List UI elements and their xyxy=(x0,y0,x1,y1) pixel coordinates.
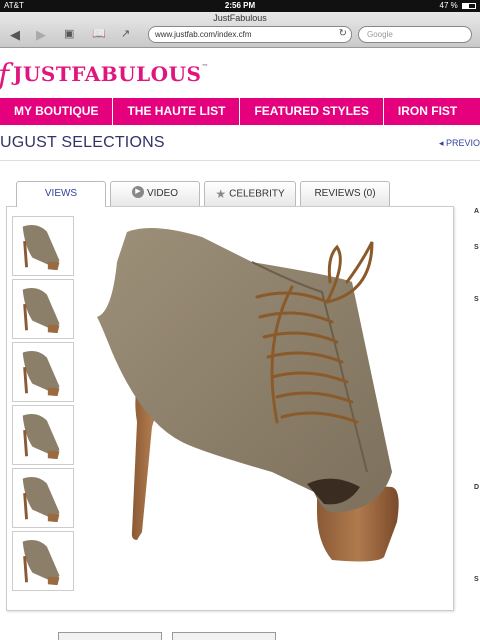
star-icon: ★ xyxy=(215,187,227,201)
nav-item-featured-styles[interactable]: FEATURED STYLES xyxy=(240,98,384,125)
url-text: www.justfab.com/index.cfm xyxy=(155,30,252,39)
product-detail-label: S xyxy=(474,296,479,303)
tab-video[interactable]: ▶ VIDEO xyxy=(110,181,200,206)
product-detail-label: S xyxy=(474,244,479,251)
secondary-button[interactable] xyxy=(172,632,276,640)
play-icon: ▶ xyxy=(131,186,144,199)
status-bar: AT&T 2:56 PM 47 % xyxy=(0,0,480,12)
bookmarks-icon[interactable]: 📖 xyxy=(92,27,106,40)
tab-reviews[interactable]: REVIEWS (0) xyxy=(300,181,390,206)
tab-views[interactable]: VIEWS xyxy=(16,181,106,207)
divider xyxy=(0,160,480,161)
product-detail-label: D xyxy=(474,484,480,491)
tab-video-label: VIDEO xyxy=(146,188,179,199)
thumbnail-shoe-view-back[interactable] xyxy=(12,342,74,402)
thumbnail-shoe-view-side[interactable] xyxy=(12,216,74,276)
clock: 2:56 PM xyxy=(224,1,256,10)
product-detail-label: S xyxy=(474,576,479,583)
thumbnail-shoe-view-closeup[interactable] xyxy=(12,468,74,528)
share-icon[interactable]: ↗ xyxy=(121,27,130,40)
battery-percent: 47 % xyxy=(439,1,458,10)
reload-icon[interactable]: ↻ xyxy=(339,28,347,39)
logo-text: JUSTFABULOUS™ xyxy=(13,62,209,86)
browser-toolbar: JustFabulous ◀ ▶ ▣ 📖 ↗ www.justfab.com/i… xyxy=(0,12,480,48)
search-input[interactable]: Google xyxy=(358,26,472,43)
tab-celebrity-label: CELEBRITY xyxy=(229,188,285,200)
previous-link[interactable]: ◂ PREVIO xyxy=(439,138,480,149)
tab-reviews-label: REVIEWS (0) xyxy=(314,188,376,199)
main-nav: MY BOUTIQUE THE HAUTE LIST FEATURED STYLES… xyxy=(0,98,480,125)
thumbnail-shoe-view-worn[interactable] xyxy=(12,531,74,591)
page-title: JustFabulous xyxy=(213,13,267,23)
nav-item-iron-fist[interactable]: IRON FIST xyxy=(384,98,471,125)
address-bar[interactable]: www.justfab.com/index.cfm ↻ xyxy=(148,26,352,43)
battery-indicator: 47 % xyxy=(440,1,476,10)
tabs-icon[interactable]: ▣ xyxy=(64,27,74,40)
add-to-cart-button[interactable] xyxy=(58,632,162,640)
battery-icon xyxy=(462,2,476,9)
back-icon[interactable]: ◀ xyxy=(10,27,20,43)
section-title: UGUST SELECTIONS xyxy=(0,134,165,151)
thumbnail-shoe-view-front[interactable] xyxy=(12,405,74,465)
forward-icon[interactable]: ▶ xyxy=(36,27,46,43)
logo-mark-icon: ƒ xyxy=(0,58,9,93)
nav-item-my-boutique[interactable]: MY BOUTIQUE xyxy=(0,98,114,125)
product-detail-label: A xyxy=(474,208,480,215)
tab-views-label: VIEWS xyxy=(44,188,78,199)
tab-celebrity[interactable]: ★ CELEBRITY xyxy=(204,181,296,206)
thumbnail-shoe-view-angle[interactable] xyxy=(12,279,74,339)
product-main-image[interactable] xyxy=(92,222,448,602)
nav-item-the-haute-list[interactable]: THE HAUTE LIST xyxy=(113,98,241,125)
